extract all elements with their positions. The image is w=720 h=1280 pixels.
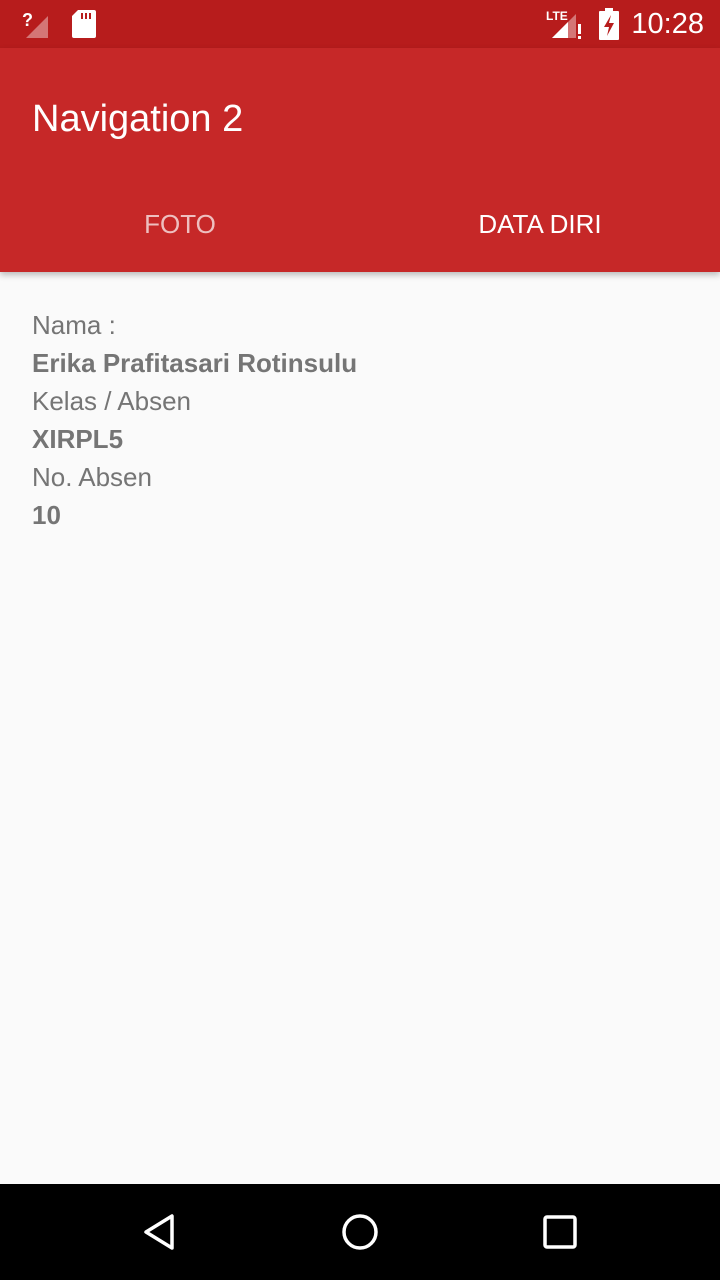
name-value: Erika Prafitasari Rotinsulu — [32, 348, 358, 378]
recents-icon — [543, 1215, 577, 1249]
class-label: Kelas / Absen — [32, 386, 191, 416]
tab-data-diri[interactable]: DATA DIRI — [360, 176, 720, 272]
recents-button[interactable] — [530, 1202, 590, 1262]
class-value: XIRPL5 — [32, 424, 124, 454]
lte-signal-alert-icon: LTE — [546, 9, 581, 39]
battery-charging-icon — [599, 8, 619, 40]
home-icon — [342, 1214, 378, 1250]
app-bar: Navigation 2 FOTO DATA DIRI — [0, 48, 720, 272]
profile-details: Nama : Erika Prafitasari Rotinsulu Kelas… — [32, 306, 357, 534]
sd-card-icon — [72, 10, 96, 38]
back-button[interactable] — [130, 1202, 190, 1262]
number-value: 10 — [32, 500, 61, 530]
back-icon — [144, 1214, 174, 1250]
name-label: Nama : — [32, 310, 116, 340]
home-button[interactable] — [330, 1202, 390, 1262]
clock: 10:28 — [631, 8, 704, 40]
navigation-bar — [0, 1184, 720, 1280]
number-label: No. Absen — [32, 462, 152, 492]
signal-unknown-icon: ? — [22, 10, 48, 38]
page-title: Navigation 2 — [32, 98, 244, 140]
tab-foto[interactable]: FOTO — [0, 176, 360, 272]
status-bar: ? LTE 10:28 — [0, 0, 720, 48]
svg-text:?: ? — [22, 10, 33, 30]
svg-text:LTE: LTE — [546, 9, 568, 23]
